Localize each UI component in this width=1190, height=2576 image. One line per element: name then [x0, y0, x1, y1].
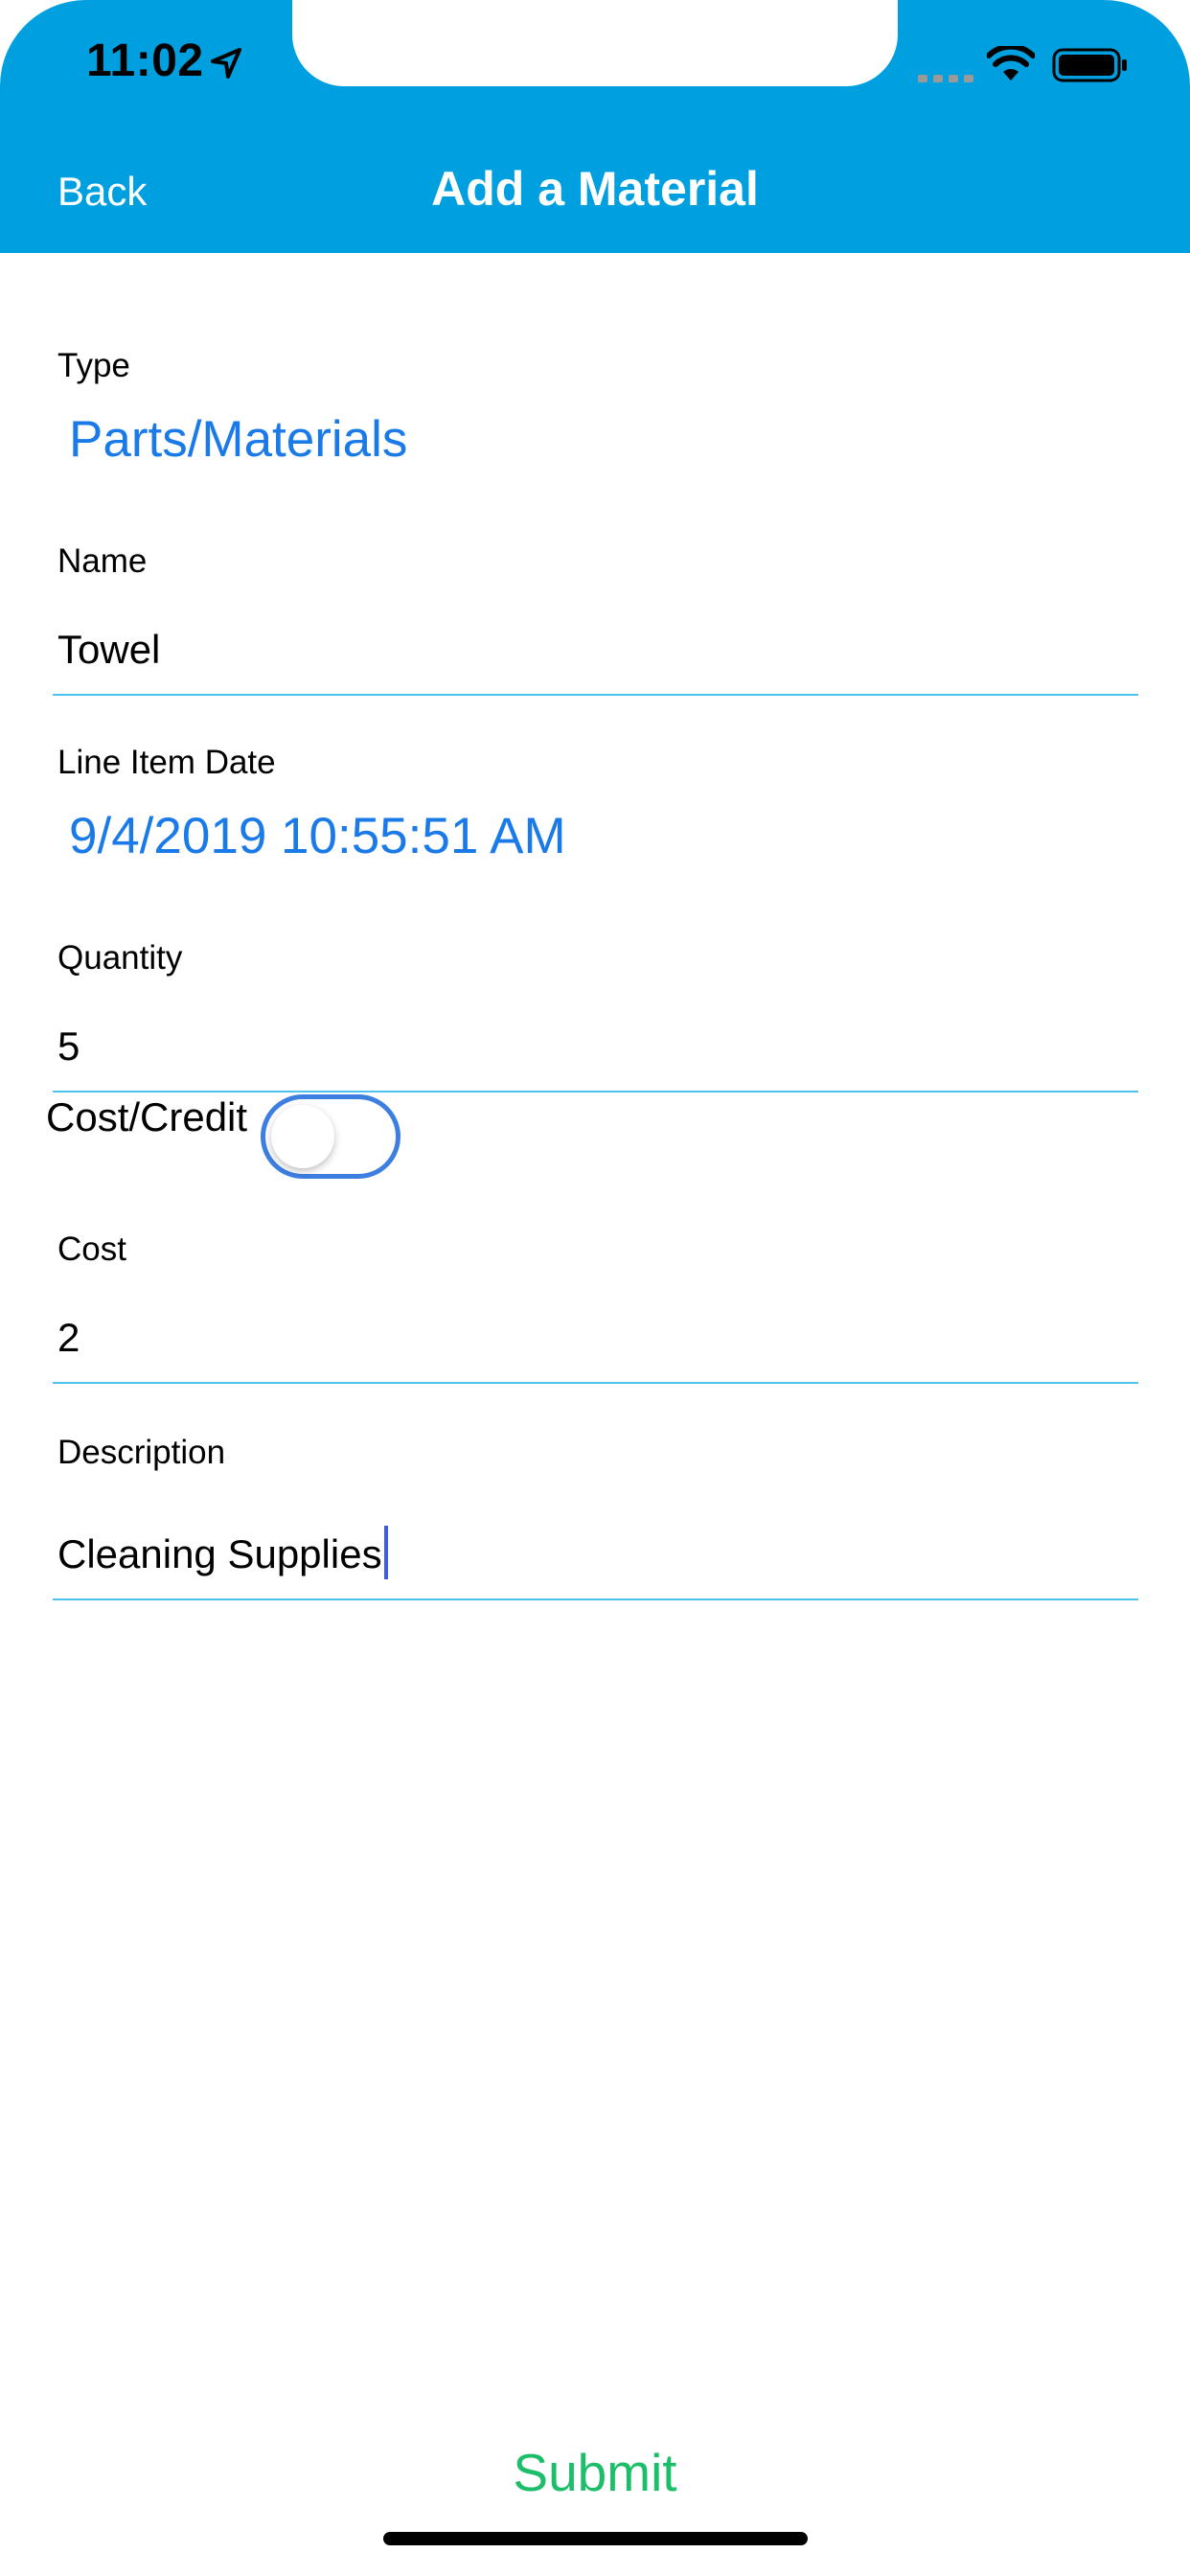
cellular-signal-icon: [918, 75, 973, 82]
name-label: Name: [57, 542, 148, 580]
cost-field[interactable]: 2: [53, 1301, 1138, 1384]
home-indicator: [383, 2532, 808, 2545]
description-field[interactable]: Cleaning Supplies: [53, 1510, 1138, 1600]
text-cursor: [383, 1526, 388, 1579]
battery-icon: [1052, 48, 1127, 82]
quantity-label: Quantity: [57, 939, 183, 977]
type-label: Type: [57, 347, 130, 384]
line-item-date-label: Line Item Date: [57, 744, 276, 781]
quantity-value: 5: [57, 1024, 80, 1069]
name-value: Towel: [57, 627, 161, 672]
description-label: Description: [57, 1434, 226, 1471]
screen-corner-left: [0, 0, 86, 86]
description-value: Cleaning Supplies: [57, 1531, 382, 1576]
cost-label: Cost: [57, 1230, 126, 1268]
quantity-field[interactable]: 5: [53, 1010, 1138, 1092]
status-time: 11:02: [86, 35, 204, 86]
line-item-date-picker[interactable]: 9/4/2019 10:55:51 AM: [69, 807, 566, 865]
switch-knob: [271, 1105, 334, 1168]
type-picker[interactable]: Parts/Materials: [69, 410, 407, 469]
location-arrow-icon: [211, 48, 241, 79]
description-input: Cleaning Supplies: [57, 1526, 388, 1579]
cost-value: 2: [57, 1315, 80, 1360]
page-title: Add a Material: [431, 162, 759, 216]
cost-credit-switch[interactable]: [261, 1094, 400, 1179]
device-notch: [292, 0, 898, 86]
name-field[interactable]: Towel: [53, 613, 1138, 696]
submit-button[interactable]: Submit: [0, 2442, 1190, 2503]
wifi-icon: [987, 46, 1035, 80]
cost-credit-label: Cost/Credit: [46, 1094, 248, 1139]
